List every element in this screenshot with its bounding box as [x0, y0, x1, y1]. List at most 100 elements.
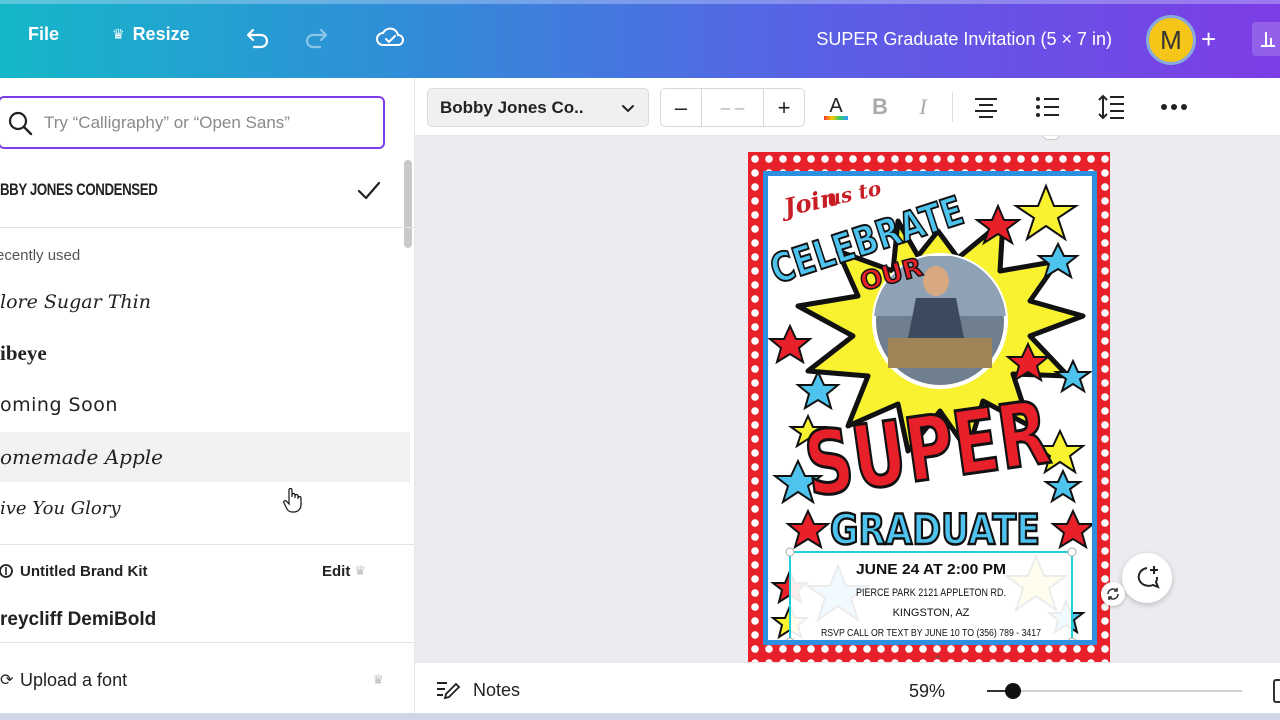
notes-label: Notes — [473, 679, 521, 700]
star-red — [1050, 508, 1092, 550]
font-family-label: Bobby Jones Co.. — [440, 97, 584, 117]
poster-artwork: Join us to CELEBRATE OUR SUPER GRADUATE … — [768, 176, 1092, 640]
bullet-list-icon[interactable] — [1033, 92, 1063, 122]
font-size-stepper: – – – + — [660, 88, 805, 127]
brand-kit-label: Untitled Brand Kit — [20, 562, 148, 580]
cloud-saved-icon[interactable] — [374, 22, 406, 54]
star-red — [785, 508, 831, 550]
notes-icon — [437, 682, 461, 700]
city-line-text: KINGSTON, AZ — [893, 607, 970, 619]
font-item-give-you-glory[interactable]: ive You Glory — [0, 483, 410, 533]
resize-button[interactable]: ♛ Resize — [112, 24, 190, 45]
svg-text:A: A — [829, 95, 843, 117]
brand-kit-row: Untitled Brand Kit Edit ♛ — [0, 556, 400, 586]
rotate-icon — [1107, 588, 1119, 600]
avatar[interactable]: M — [1146, 15, 1196, 65]
star-red — [768, 323, 813, 365]
crown-icon: ♛ — [372, 672, 384, 687]
graduate-text: GRADUATE — [830, 505, 1040, 554]
font-item-greycliff[interactable]: reycliff DemiBold — [0, 595, 410, 645]
line-spacing-icon[interactable] — [1097, 92, 1127, 122]
canvas-handle[interactable] — [1042, 136, 1060, 140]
top-bar: File ♛ Resize SUPER Graduate Invitation … — [0, 0, 1280, 78]
font-item-ribeye[interactable]: ibeye — [0, 328, 410, 378]
poster-inner-panel: Join us to CELEBRATE OUR SUPER GRADUATE … — [763, 171, 1097, 645]
add-collaborator-button[interactable]: + — [1201, 26, 1216, 52]
checkmark-icon — [357, 181, 381, 200]
panel-scrollbar[interactable] — [404, 160, 412, 248]
more-options-icon[interactable] — [1159, 92, 1189, 122]
resize-label: Resize — [132, 24, 190, 44]
zoom-slider-thumb[interactable] — [1005, 683, 1021, 699]
divider — [0, 227, 414, 228]
font-family-dropdown[interactable]: Bobby Jones Co.. — [427, 88, 649, 127]
font-item-label: lore Sugar Thin — [0, 291, 151, 313]
super-text: SUPER — [799, 381, 1056, 517]
notes-button[interactable]: Notes — [435, 679, 520, 701]
selection-handle — [785, 547, 795, 557]
selection-handle — [1067, 637, 1077, 640]
date-line-text: JUNE 24 AT 2:00 PM — [856, 561, 1006, 578]
font-size-input[interactable]: – – — [701, 89, 764, 126]
selection-handle — [1067, 547, 1077, 557]
font-item-label: oming Soon — [0, 394, 118, 416]
align-center-icon[interactable] — [971, 92, 1001, 122]
font-item-coming-soon[interactable]: oming Soon — [0, 380, 410, 430]
brand-kit-icon — [0, 564, 13, 578]
comment-plus-icon — [1137, 566, 1160, 589]
zoom-level[interactable]: 59% — [909, 681, 945, 702]
selected-font-item[interactable]: BBY JONES CONDENSED — [0, 180, 312, 210]
recently-used-label: ecently used — [0, 247, 81, 264]
invitation-poster[interactable]: Join us to CELEBRATE OUR SUPER GRADUATE … — [748, 152, 1110, 662]
font-item-label: reycliff DemiBold — [0, 609, 157, 630]
photo-person-body — [908, 298, 964, 338]
italic-icon[interactable]: I — [908, 92, 938, 122]
window-bottom-strip — [0, 713, 1280, 720]
insights-button[interactable] — [1252, 22, 1280, 56]
decrease-font-size-button[interactable]: – — [661, 89, 701, 126]
show-pages-chevron-icon[interactable]: ⌃ — [933, 653, 943, 667]
divider — [0, 544, 414, 545]
divider — [0, 642, 414, 643]
increase-font-size-button[interactable]: + — [764, 89, 804, 126]
font-item-more-sugar[interactable]: lore Sugar Thin — [0, 277, 410, 327]
crown-icon: ♛ — [112, 26, 125, 42]
font-panel: BBY JONES CONDENSED ecently used lore Su… — [0, 78, 415, 720]
selection-handle — [785, 637, 795, 640]
rsvp-line-text: RSVP CALL OR TEXT BY JUNE 10 TO (356) 78… — [821, 628, 1041, 639]
toolbar-separator — [952, 92, 953, 122]
bold-icon[interactable]: B — [865, 92, 895, 122]
font-item-label: ive You Glory — [0, 497, 121, 519]
star-yellow-large — [1012, 183, 1080, 242]
us-to-text: us to — [824, 176, 883, 211]
upload-label: Upload a font — [20, 669, 128, 690]
document-title[interactable]: SUPER Graduate Invitation (5 × 7 in) — [816, 29, 1112, 50]
top-highlight — [0, 0, 1280, 4]
zoom-slider[interactable] — [987, 683, 1242, 699]
photo-ground — [888, 338, 992, 368]
text-color-icon[interactable]: A — [821, 92, 851, 122]
redo-icon[interactable] — [301, 22, 333, 54]
page-view-button[interactable] — [1273, 679, 1280, 703]
font-search-input[interactable] — [44, 112, 364, 133]
star-blue — [795, 369, 841, 411]
undo-icon[interactable] — [241, 22, 273, 54]
rotate-handle[interactable] — [1101, 582, 1125, 606]
photo-person-head — [923, 266, 949, 296]
upload-font-button[interactable]: ⟳ Upload a font ♛ — [0, 662, 400, 698]
edit-label: Edit — [322, 562, 351, 580]
font-search-box[interactable] — [0, 96, 385, 149]
hand-cursor-icon — [283, 487, 302, 513]
upload-icon: ⟳ — [0, 672, 14, 689]
font-item-label: omemade Apple — [0, 445, 164, 469]
add-comment-button[interactable] — [1122, 553, 1172, 603]
search-icon — [8, 111, 33, 135]
font-item-homemade-apple[interactable]: omemade Apple — [0, 432, 410, 482]
text-toolbar: Bobby Jones Co.. – – – + A B I — [415, 78, 1280, 136]
bar-chart-icon — [1261, 32, 1275, 47]
address-line-text: PIERCE PARK 2121 APPLETON RD. — [856, 587, 1006, 599]
brand-kit-edit-button[interactable]: Edit ♛ — [322, 563, 366, 580]
chevron-down-icon — [622, 104, 634, 112]
file-menu-button[interactable]: File — [28, 24, 59, 45]
file-label: File — [28, 24, 60, 44]
